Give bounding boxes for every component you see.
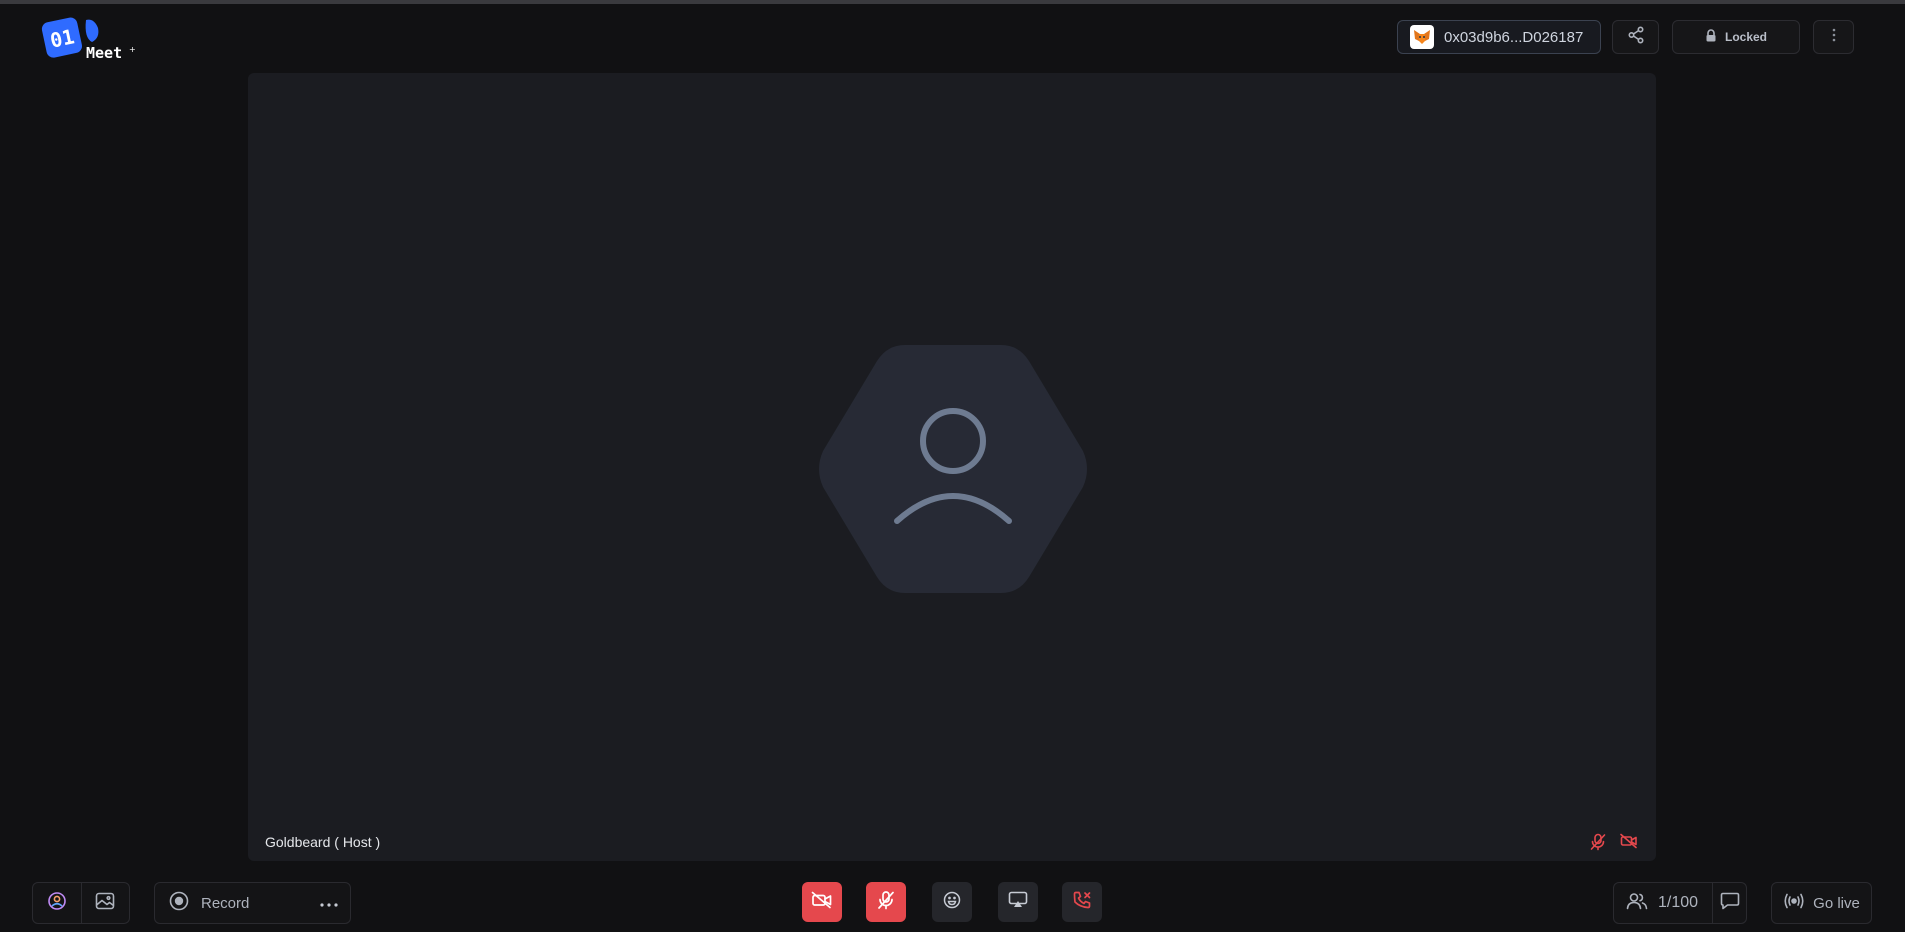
- share-button[interactable]: [1612, 20, 1659, 54]
- wallet-address: 0x03d9b6...D026187: [1444, 28, 1584, 46]
- svg-text:01: 01: [48, 24, 77, 52]
- vertical-ellipsis-icon: [1832, 28, 1836, 47]
- participants-chat-group: 1/100: [1613, 882, 1747, 924]
- chat-button[interactable]: [1713, 892, 1746, 915]
- screen-share-button[interactable]: [998, 882, 1038, 922]
- avatar-settings-icon: [47, 891, 67, 916]
- mic-off-icon: [1590, 833, 1606, 856]
- window-top-border: [0, 0, 1905, 4]
- phone-hangup-icon: [1072, 890, 1092, 915]
- participants-count: 1/100: [1658, 894, 1699, 911]
- record-label: Record: [201, 894, 250, 912]
- lock-icon: [1705, 29, 1717, 45]
- lock-label: Locked: [1724, 30, 1767, 44]
- metamask-fox-icon: [1410, 25, 1434, 49]
- background-button[interactable]: [80, 883, 130, 923]
- svg-text:Meet: Meet: [86, 44, 122, 62]
- users-icon: [1626, 892, 1648, 915]
- record-control[interactable]: Record: [154, 882, 351, 924]
- screen-share-icon: [1008, 891, 1028, 914]
- go-live-label: Go live: [1813, 894, 1860, 912]
- camera-toggle-button[interactable]: [802, 882, 842, 922]
- wallet-button[interactable]: 0x03d9b6...D026187: [1397, 20, 1601, 54]
- go-live-button[interactable]: Go live: [1771, 882, 1872, 924]
- peer-status-icons: [1590, 833, 1638, 856]
- chat-icon: [1720, 892, 1740, 915]
- svg-text:+: +: [129, 45, 136, 54]
- emoji-icon: [943, 891, 961, 914]
- camera-off-icon: [811, 891, 833, 914]
- horizontal-ellipsis-icon[interactable]: [320, 894, 338, 912]
- mic-off-icon: [877, 890, 895, 915]
- share-icon: [1627, 25, 1645, 49]
- room-lock-button[interactable]: Locked: [1672, 20, 1800, 54]
- end-call-button[interactable]: [1062, 882, 1102, 922]
- app-logo[interactable]: 01 Meet +: [40, 16, 150, 66]
- camera-off-icon: [1620, 833, 1638, 856]
- participants-button[interactable]: 1/100: [1614, 883, 1713, 923]
- video-stage: Goldbeard ( Host ): [248, 73, 1656, 861]
- avatar-settings-button[interactable]: [33, 883, 81, 923]
- more-options-button[interactable]: [1813, 20, 1854, 54]
- image-icon: [95, 892, 115, 915]
- mic-toggle-button[interactable]: [866, 882, 906, 922]
- peer-avatar: [813, 341, 1093, 597]
- view-controls: [32, 882, 130, 924]
- broadcast-icon: [1783, 893, 1805, 913]
- record-icon: [169, 891, 189, 916]
- peer-name-label: Goldbeard ( Host ): [265, 834, 381, 850]
- reactions-button[interactable]: [932, 882, 972, 922]
